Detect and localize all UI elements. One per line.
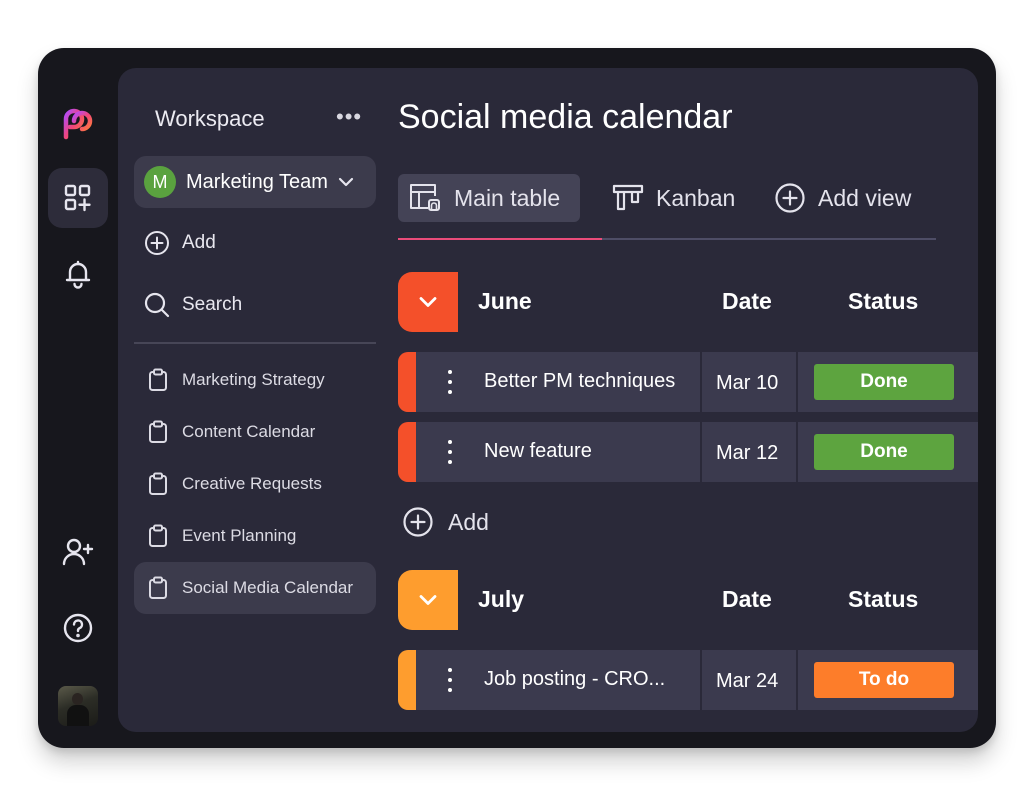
cell-divider (700, 422, 702, 482)
workspace-label: Workspace (155, 106, 265, 131)
cell-divider (700, 352, 702, 412)
tab-main-table[interactable]: Main table (398, 174, 580, 222)
board-label: Event Planning (182, 526, 297, 545)
group-title: July (478, 586, 525, 612)
task-name[interactable]: New feature (484, 440, 592, 463)
board-label: Social Media Calendar (182, 578, 354, 597)
task-name[interactable]: Job posting - CRO... (484, 668, 665, 691)
user-avatar[interactable] (48, 676, 108, 736)
row-color-bar (398, 422, 416, 482)
status-badge[interactable]: Done (814, 434, 954, 470)
sidebar-divider (134, 342, 376, 344)
table-row[interactable]: Job posting - CRO... Mar 24 To do (398, 650, 978, 710)
view-tabs: Main table Kanban Add view (398, 174, 936, 240)
tab-label: Kanban (656, 184, 736, 211)
icon-rail (38, 48, 118, 748)
sidebar-search-button[interactable]: Search (144, 292, 242, 318)
team-badge: M (144, 166, 176, 198)
sidebar-item-content-calendar[interactable]: Content Calendar (134, 406, 376, 458)
task-date[interactable]: Mar 10 (716, 372, 778, 395)
group-header-june: June Date Status (398, 272, 978, 332)
active-tab-indicator (398, 238, 602, 240)
tab-label: Main table (454, 184, 561, 211)
team-selector[interactable]: M Marketing Team (134, 156, 376, 208)
plus-circle-icon (403, 507, 433, 537)
table-row[interactable]: Better PM techniques Mar 10 Done (398, 352, 978, 412)
search-icon (144, 292, 170, 318)
tab-kanban[interactable]: Kanban (612, 174, 752, 222)
avatar-image (58, 686, 98, 726)
sidebar-item-event-planning[interactable]: Event Planning (134, 510, 376, 562)
tab-add-view[interactable]: Add view (774, 174, 934, 222)
chevron-down-icon (338, 174, 354, 190)
sidebar-item-marketing-strategy[interactable]: Marketing Strategy (134, 354, 376, 406)
clipboard-icon (149, 472, 167, 495)
team-name: Marketing Team (186, 170, 328, 193)
row-color-bar (398, 352, 416, 412)
add-item-label: Add (448, 508, 489, 535)
app-window: Workspace ••• M Marketing Team Add Searc… (38, 48, 996, 748)
group-title: June (478, 288, 532, 314)
help-icon[interactable] (48, 598, 108, 658)
column-header-date: Date (722, 586, 772, 612)
clipboard-icon (149, 420, 167, 443)
plus-circle-icon (145, 231, 169, 255)
row-menu-icon[interactable] (442, 438, 458, 466)
dashboard-icon[interactable] (48, 168, 108, 228)
table-row[interactable]: New feature Mar 12 Done (398, 422, 978, 482)
board-label: Marketing Strategy (182, 370, 325, 389)
cell-divider (796, 650, 798, 710)
page-title: Social media calendar (398, 98, 733, 136)
row-menu-icon[interactable] (442, 368, 458, 396)
clipboard-icon (149, 576, 167, 599)
plus-circle-icon (775, 183, 805, 213)
cell-divider (700, 650, 702, 710)
more-options-button[interactable]: ••• (336, 104, 362, 130)
column-header-status: Status (848, 586, 919, 612)
cell-divider (796, 422, 798, 482)
sidebar-add-label: Add (182, 232, 216, 253)
board-label: Content Calendar (182, 422, 316, 441)
column-header-status: Status (848, 288, 919, 314)
group-collapse-toggle[interactable] (398, 272, 458, 332)
status-badge[interactable]: To do (814, 662, 954, 698)
add-user-icon[interactable] (48, 522, 108, 582)
group-header-july: July Date Status (398, 570, 978, 630)
sidebar-item-social-media-calendar[interactable]: Social Media Calendar (134, 562, 376, 614)
logo-icon[interactable] (48, 94, 108, 154)
row-menu-icon[interactable] (442, 666, 458, 694)
cell-divider (796, 352, 798, 412)
sidebar-search-label: Search (182, 294, 243, 315)
sidebar-item-creative-requests[interactable]: Creative Requests (134, 458, 376, 510)
sidebar-add-button[interactable]: Add (144, 230, 216, 256)
task-date[interactable]: Mar 12 (716, 442, 778, 465)
task-name[interactable]: Better PM techniques (484, 370, 675, 393)
bell-icon[interactable] (48, 244, 108, 304)
clipboard-icon (149, 524, 167, 547)
task-date[interactable]: Mar 24 (716, 670, 778, 693)
main-panel: Workspace ••• M Marketing Team Add Searc… (118, 68, 978, 732)
chevron-down-icon (419, 595, 437, 605)
group-collapse-toggle[interactable] (398, 570, 458, 630)
board-label: Creative Requests (182, 474, 322, 493)
table-icon (410, 184, 440, 211)
chevron-down-icon (419, 297, 437, 307)
column-header-date: Date (722, 288, 772, 314)
kanban-icon (612, 184, 644, 211)
row-color-bar (398, 650, 416, 710)
status-badge[interactable]: Done (814, 364, 954, 400)
add-item-button[interactable]: Add (402, 506, 489, 538)
clipboard-icon (149, 368, 167, 391)
tab-label: Add view (818, 184, 912, 211)
